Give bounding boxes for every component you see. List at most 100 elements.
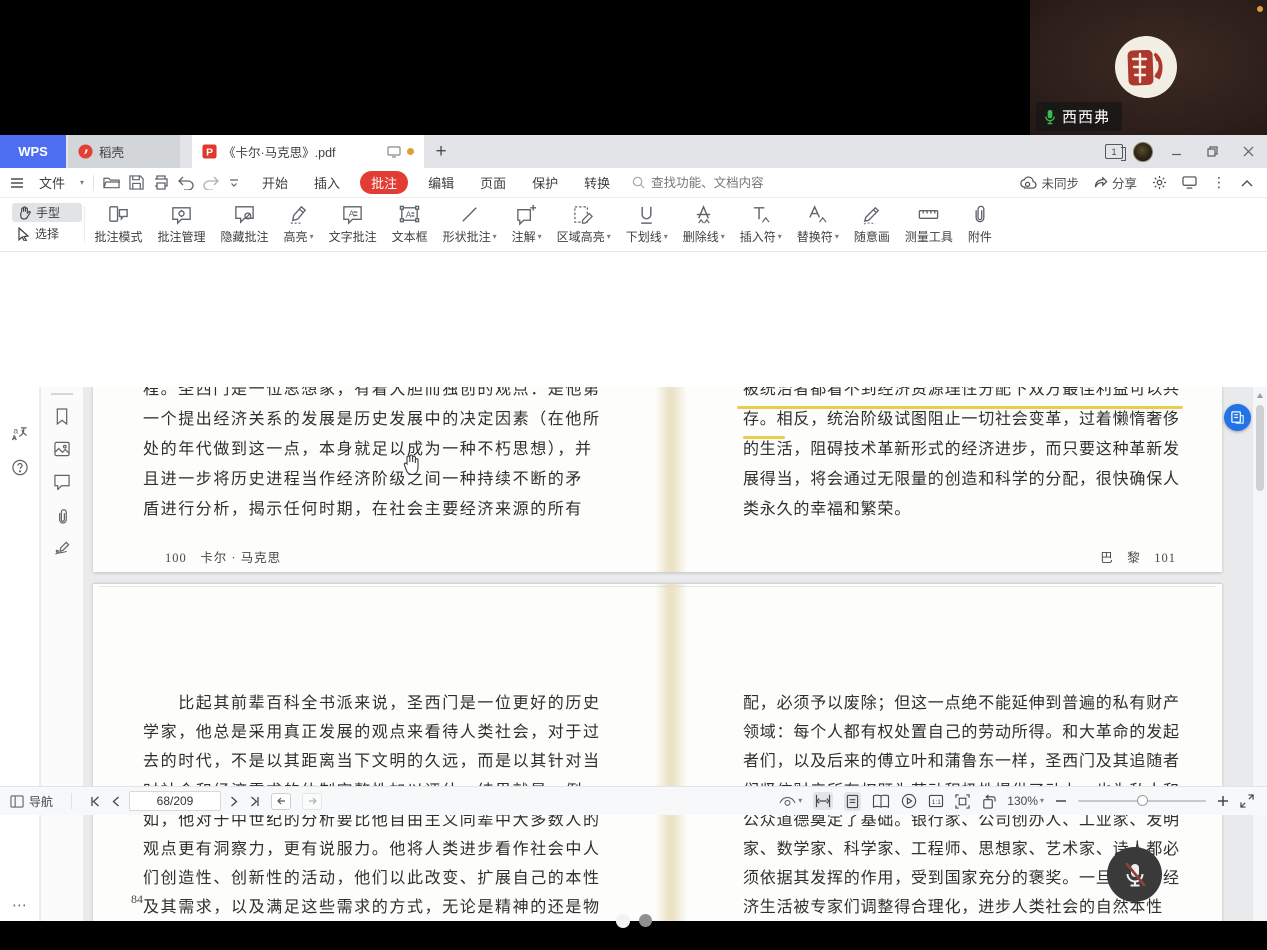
book-page-spread-top: 程。圣西门是一位思想家，有着大胆而独创的观点：是他第 一个提出经济关系的发展是历…	[93, 387, 1222, 572]
menu-convert[interactable]: 转换	[578, 171, 616, 194]
tool-measure[interactable]: 测量工具	[897, 198, 960, 251]
underline-annotation[interactable]	[743, 436, 785, 439]
window-switcher-icon[interactable]: 1	[1105, 144, 1123, 159]
close-button[interactable]	[1235, 141, 1261, 163]
tool-annotation-mode[interactable]: 批注模式	[87, 198, 150, 251]
prev-page-button[interactable]	[112, 796, 120, 807]
attachment-list-icon[interactable]	[54, 507, 70, 524]
collapse-ribbon-icon[interactable]	[1241, 179, 1253, 187]
last-page-button[interactable]	[247, 796, 260, 807]
underline-annotation[interactable]	[737, 406, 1183, 409]
tool-underline[interactable]: 下划线▾	[618, 198, 675, 251]
more-options-icon[interactable]: ⋯	[12, 896, 27, 914]
fullscreen-button[interactable]	[1240, 794, 1254, 808]
zoom-slider-handle[interactable]	[1137, 795, 1148, 806]
tab-document-active[interactable]: P 《卡尔·马克思》.pdf	[192, 135, 424, 168]
document-viewport[interactable]: a ⋯	[0, 387, 1267, 921]
zoom-out-button[interactable]	[1055, 795, 1067, 807]
zoom-slider[interactable]	[1078, 800, 1206, 802]
scrollbar-thumb[interactable]	[1256, 405, 1264, 491]
select-tool-button[interactable]: 选择	[12, 224, 82, 243]
menu-annotate-active[interactable]: 批注	[360, 171, 408, 194]
page-footer-right: 巴 黎 101	[1100, 547, 1176, 566]
bookmark-icon[interactable]	[55, 408, 70, 425]
single-page-view-button[interactable]	[844, 792, 861, 811]
translate-icon[interactable]: a	[11, 425, 28, 442]
tool-attachment[interactable]: 附件	[960, 198, 999, 251]
file-menu[interactable]: 文件	[33, 171, 71, 194]
tool-caret-insert[interactable]: 插入符▾	[732, 198, 789, 251]
restore-button[interactable]	[1199, 141, 1225, 163]
tool-caret-replace[interactable]: 替换符▾	[789, 198, 846, 251]
tab-docer[interactable]: 稻壳	[68, 135, 180, 168]
fit-width-button[interactable]	[813, 792, 833, 810]
tool-area-highlight[interactable]: 区域高亮▾	[549, 198, 618, 251]
next-page-button[interactable]	[230, 796, 238, 807]
zoom-in-button[interactable]	[1217, 795, 1229, 807]
tool-shape-annotation[interactable]: 形状批注▾	[435, 198, 504, 251]
tool-label: 批注模式	[95, 228, 143, 245]
menu-page[interactable]: 页面	[474, 171, 512, 194]
fit-page-button[interactable]	[955, 794, 970, 809]
tool-highlight[interactable]: 高亮▾	[276, 198, 321, 251]
search-input[interactable]	[651, 176, 769, 190]
kebab-menu-icon[interactable]: ⋮	[1212, 174, 1226, 191]
eye-icon	[779, 795, 796, 808]
tool-annotation-manager[interactable]: 批注管理	[150, 198, 213, 251]
view-forward-button[interactable]	[302, 793, 322, 810]
tool-freehand-draw[interactable]: 随意画	[846, 198, 897, 251]
page-number-input[interactable]	[129, 791, 221, 811]
eye-protect-mode-button[interactable]: ▾	[779, 795, 802, 808]
hamburger-menu-icon[interactable]	[10, 177, 24, 189]
vertical-scrollbar[interactable]	[1252, 387, 1267, 921]
wps-home-button[interactable]: WPS	[0, 135, 66, 168]
tool-text-box[interactable]: A 文本框	[384, 198, 435, 251]
search-box[interactable]	[632, 176, 769, 190]
rotate-page-button[interactable]	[981, 794, 996, 809]
account-avatar[interactable]	[1133, 142, 1153, 162]
customize-quick-access-icon[interactable]	[228, 177, 240, 189]
scroll-up-icon[interactable]	[1257, 393, 1263, 398]
screen-reading-icon[interactable]	[387, 146, 401, 158]
tool-strikethrough[interactable]: 删除线▾	[675, 198, 732, 251]
actual-size-button[interactable]: 1:1	[928, 794, 944, 808]
carousel-dot-active[interactable]	[616, 914, 630, 928]
menu-protect[interactable]: 保护	[526, 171, 564, 194]
rail-drag-handle[interactable]	[51, 393, 73, 395]
menu-edit[interactable]: 编辑	[422, 171, 460, 194]
autoplay-button[interactable]	[901, 793, 917, 809]
redo-icon[interactable]	[203, 176, 219, 190]
save-icon[interactable]	[129, 175, 144, 190]
menu-insert[interactable]: 插入	[308, 171, 346, 194]
hand-tool-button[interactable]: 手型	[12, 203, 82, 222]
navigation-panel-toggle[interactable]: 导航	[10, 793, 53, 810]
feedback-icon[interactable]	[1182, 176, 1197, 189]
print-icon[interactable]	[153, 175, 169, 190]
view-back-button[interactable]	[271, 793, 291, 810]
wps-assistant-button[interactable]	[1224, 404, 1251, 431]
page-thumbnail-icon[interactable]	[54, 441, 71, 457]
webcam-video-tile[interactable]: 西西弗	[1030, 0, 1267, 135]
first-page-button[interactable]	[90, 796, 103, 807]
menu-start[interactable]: 开始	[256, 171, 294, 194]
undo-icon[interactable]	[178, 176, 194, 190]
settings-gear-icon[interactable]	[1152, 175, 1167, 190]
tool-hide-annotations[interactable]: 隐藏批注	[213, 198, 276, 251]
new-tab-button[interactable]: +	[424, 135, 458, 168]
book-text-line: 学家，他总是采用真正发展的观点来看待人类社会，对于过	[143, 718, 608, 747]
share-button[interactable]: 分享	[1094, 173, 1137, 192]
carousel-dot[interactable]	[639, 914, 652, 927]
margin-page-number: 84	[131, 892, 143, 907]
help-icon[interactable]	[11, 459, 28, 476]
minimize-button[interactable]	[1163, 141, 1189, 163]
open-folder-icon[interactable]	[103, 175, 120, 190]
ink-annotation-icon[interactable]	[54, 540, 71, 556]
tool-text-annotation[interactable]: A 文字批注	[321, 198, 384, 251]
sync-status[interactable]: 未同步	[1020, 173, 1079, 192]
microphone-muted-button[interactable]	[1107, 847, 1162, 902]
comment-list-icon[interactable]	[54, 474, 71, 490]
nav-label: 导航	[29, 793, 53, 810]
zoom-level-dropdown[interactable]: 130% ▾	[1007, 794, 1044, 808]
facing-pages-view-button[interactable]	[872, 794, 890, 809]
tool-note[interactable]: 注解▾	[504, 198, 549, 251]
